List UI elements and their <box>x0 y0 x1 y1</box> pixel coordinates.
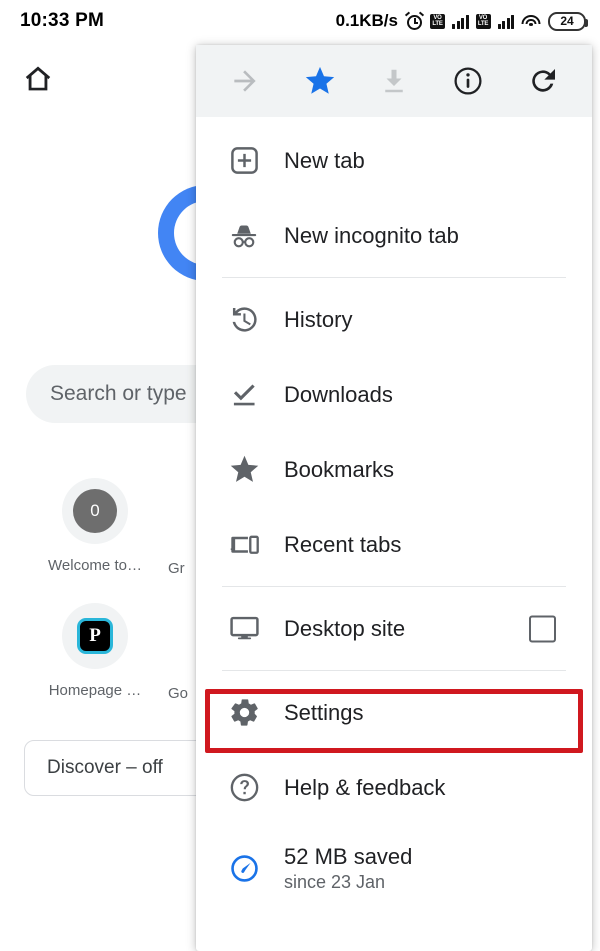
data-saver-text-stack: 52 MB saved since 23 Jan <box>284 844 412 893</box>
avatar-circle-icon: 0 <box>62 478 128 544</box>
favicon-p-icon: P <box>62 603 128 669</box>
network-rate-text: 0.1KB/s <box>335 11 398 30</box>
star-icon[interactable] <box>293 54 347 108</box>
menu-items-list: New tab New incognito tab History Downlo… <box>196 117 592 911</box>
tile-label-partial-1[interactable]: Gr <box>168 560 185 577</box>
alarm-clock-icon <box>404 11 425 30</box>
tile-label-partial-2[interactable]: Go <box>168 685 188 702</box>
volte-sim2-icon: VO LTE <box>475 13 491 29</box>
incognito-icon <box>222 219 266 253</box>
phone-screen: 10:33 PM 0.1KB/s VO LTE VO LTE 24 Search o… <box>0 0 600 951</box>
search-placeholder: Search or type <box>50 382 187 405</box>
tile-initial: 0 <box>73 489 117 533</box>
menu-item-label: New incognito tab <box>284 222 459 248</box>
signal-bars-sim2-icon <box>497 14 514 29</box>
wifi-icon <box>521 14 541 29</box>
menu-header-actions <box>196 45 592 117</box>
menu-divider-2 <box>222 586 566 587</box>
menu-item-label: History <box>284 306 353 332</box>
menu-item-new-incognito-tab[interactable]: New incognito tab <box>196 198 592 273</box>
menu-item-label: Settings <box>284 699 364 725</box>
forward-arrow-icon[interactable] <box>218 54 272 108</box>
signal-bars-sim1-icon <box>452 14 469 29</box>
battery-indicator: 24 <box>548 11 588 31</box>
tile-label: Welcome to… <box>48 557 142 574</box>
tile-initial: P <box>77 618 113 654</box>
menu-item-help-feedback[interactable]: Help & feedback <box>196 750 592 825</box>
menu-item-label: 52 MB saved <box>284 843 413 869</box>
info-icon[interactable] <box>441 54 495 108</box>
menu-item-history[interactable]: History <box>196 282 592 357</box>
history-clock-icon <box>222 303 266 336</box>
menu-item-label: Help & feedback <box>284 774 446 800</box>
discover-chip-label: Discover – off <box>47 757 163 778</box>
menu-item-data-saver[interactable]: 52 MB saved since 23 Jan <box>196 825 592 911</box>
menu-item-downloads[interactable]: Downloads <box>196 357 592 432</box>
menu-item-label: Bookmarks <box>284 456 395 482</box>
menu-item-label: Recent tabs <box>284 531 402 557</box>
status-time: 10:33 PM <box>20 10 104 31</box>
menu-item-bookmarks[interactable]: Bookmarks <box>196 432 592 507</box>
status-icons: 0.1KB/s VO LTE VO LTE 24 <box>335 11 588 31</box>
menu-item-recent-tabs[interactable]: Recent tabs <box>196 507 592 582</box>
new-tab-plus-icon <box>222 144 266 177</box>
tile-label: Homepage … <box>48 682 142 699</box>
home-icon[interactable] <box>20 62 56 96</box>
menu-item-label: Desktop site <box>284 615 406 641</box>
download-icon[interactable] <box>367 54 421 108</box>
menu-item-new-tab[interactable]: New tab <box>196 123 592 198</box>
bookmark-star-icon <box>222 453 266 486</box>
menu-item-settings[interactable]: Settings <box>196 675 592 750</box>
desktop-site-checkbox[interactable] <box>529 615 556 642</box>
help-question-icon <box>222 771 266 804</box>
data-saver-gauge-icon <box>222 852 266 885</box>
list-item[interactable]: P Homepage … <box>36 603 154 699</box>
desktop-monitor-icon <box>222 612 266 645</box>
menu-divider-1 <box>222 277 566 278</box>
settings-gear-icon <box>222 696 266 729</box>
recent-tabs-devices-icon <box>222 528 266 561</box>
menu-divider-3 <box>222 670 566 671</box>
menu-item-desktop-site[interactable]: Desktop site <box>196 591 592 666</box>
status-bar: 10:33 PM 0.1KB/s VO LTE VO LTE 24 <box>0 0 600 42</box>
volte-sim1-icon: VO LTE <box>430 13 445 29</box>
downloads-check-icon <box>222 378 266 411</box>
menu-item-label: Downloads <box>284 381 393 407</box>
list-item[interactable]: 0 Welcome to… <box>36 478 154 574</box>
menu-item-sublabel: since 23 Jan <box>284 871 386 892</box>
menu-item-label: New tab <box>284 147 365 173</box>
chrome-overflow-menu: New tab New incognito tab History Downlo… <box>196 45 592 951</box>
reload-icon[interactable] <box>516 54 570 108</box>
